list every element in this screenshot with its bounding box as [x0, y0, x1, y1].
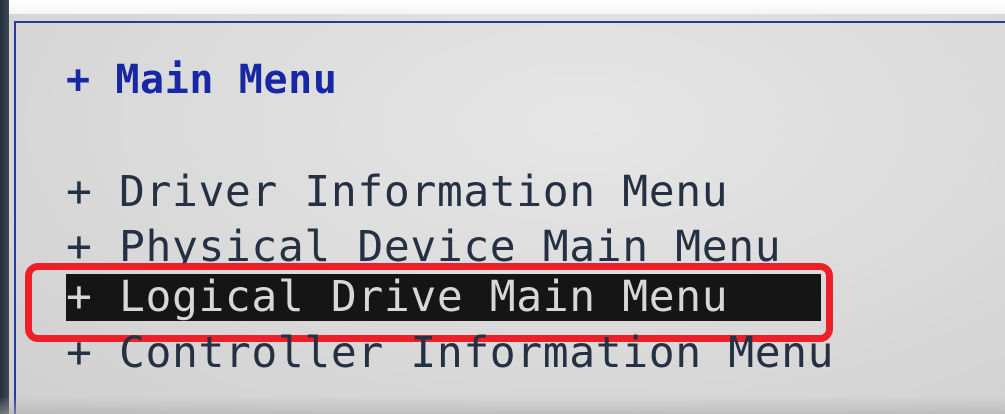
- driver-information-menu-item[interactable]: + Driver Information Menu: [66, 168, 728, 216]
- screen-left-bezel: [0, 0, 9, 414]
- screen-bottom-shade: [0, 396, 1005, 414]
- bios-menu-screen: + Main Menu + Driver Information Menu + …: [0, 0, 1005, 414]
- screen-top-edge: [0, 0, 1005, 14]
- controller-information-menu-item[interactable]: + Controller Information Menu: [66, 329, 834, 377]
- main-menu-title[interactable]: + Main Menu: [66, 56, 338, 104]
